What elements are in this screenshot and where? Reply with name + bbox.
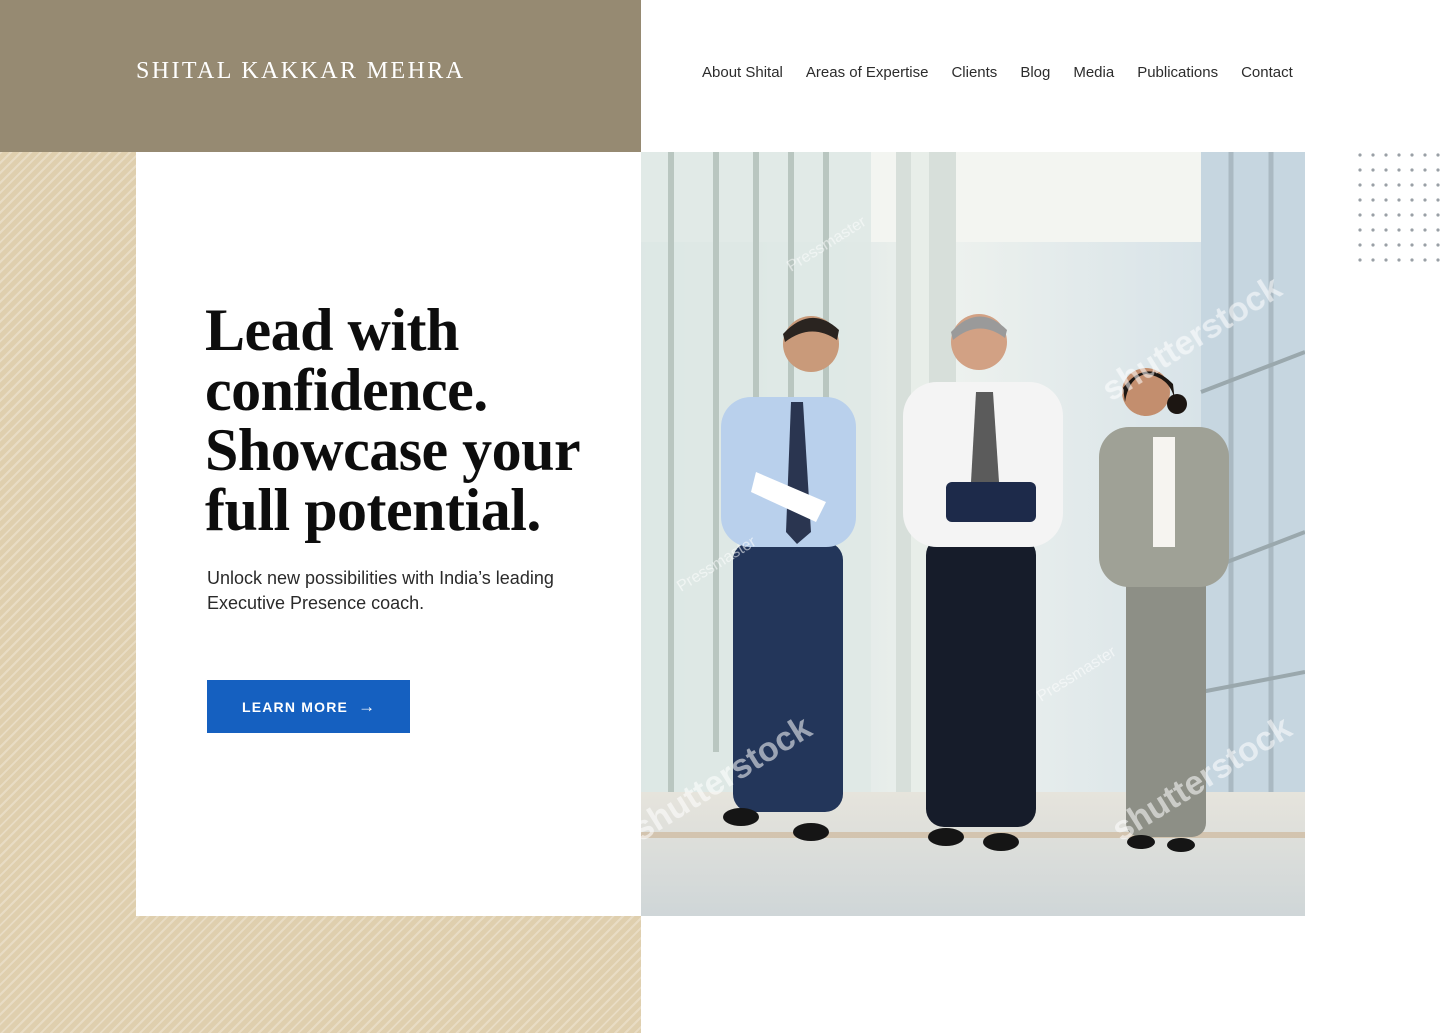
learn-more-label: LEARN MORE <box>241 698 349 715</box>
hero-headline: Lead with confidence. Showcase your full… <box>205 300 625 540</box>
nav-item-about[interactable]: About Shital <box>702 64 783 82</box>
nav-item-media[interactable]: Media <box>1073 64 1114 82</box>
nav-item-clients[interactable]: Clients <box>951 64 997 82</box>
nav-item-publications[interactable]: Publications <box>1137 64 1218 82</box>
decorative-dot-grid <box>1358 153 1440 262</box>
nav-item-areas-of-expertise[interactable]: Areas of Expertise <box>806 64 929 82</box>
nav-item-contact[interactable]: Contact <box>1241 64 1293 82</box>
site-logo[interactable]: SHITAL KAKKAR MEHRA <box>136 58 465 85</box>
hero-subtext: Unlock new possibilities with India’s le… <box>207 568 554 613</box>
headline-line-4: full potential. <box>205 477 541 543</box>
headline-line-3: Showcase your <box>205 417 581 483</box>
arrow-right-icon: → <box>358 697 376 716</box>
headline-line-1: Lead with <box>205 297 459 363</box>
learn-more-button[interactable]: LEARN MORE → <box>207 680 410 733</box>
main-nav: About Shital Areas of Expertise Clients … <box>702 64 1293 82</box>
headline-line-2: confidence. <box>205 357 488 423</box>
nav-item-blog[interactable]: Blog <box>1020 64 1050 82</box>
hero-photo: shutterstock shutterstock shutterstock P… <box>641 152 1305 916</box>
